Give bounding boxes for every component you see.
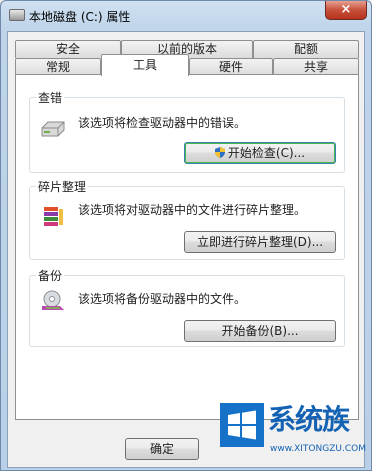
group-title-defragmentation: 碎片整理 — [36, 178, 89, 195]
close-button[interactable]: × — [325, 1, 367, 20]
backup-description: 该选项将备份驱动器中的文件。 — [78, 292, 247, 306]
group-title-error-checking: 查错 — [36, 89, 65, 106]
error-checking-group: 查错 该选项将检查驱动器中的错误。 开始检查(C)... — [29, 89, 345, 173]
defragmentation-group: 碎片整理 该选项将对驱动器中的文件进行碎片整理。 立即进行碎片整理(D)... — [29, 178, 345, 260]
tab-hardware[interactable]: 硬件 — [189, 58, 273, 75]
defrag-icon — [44, 207, 63, 226]
tab-general[interactable]: 常规 — [15, 58, 101, 75]
windows-logo-icon — [220, 403, 264, 447]
error-checking-description: 该选项将检查驱动器中的错误。 — [78, 116, 247, 130]
watermark-url: www.XITONGZU.COM — [270, 444, 366, 454]
watermark-brand: 系统族 — [268, 403, 350, 436]
drive-icon — [9, 9, 25, 21]
tools-tab-panel: 查错 该选项将检查驱动器中的错误。 开始检查(C)... 碎片整理 该选项将对驱… — [15, 74, 359, 420]
window-title: 本地磁盘 (C:) 属性 — [29, 10, 131, 24]
start-backup-button[interactable]: 开始备份(B)... — [184, 320, 336, 342]
tab-sharing[interactable]: 共享 — [273, 58, 359, 75]
group-title-backup: 备份 — [36, 267, 65, 284]
start-check-button[interactable]: 开始检查(C)... — [184, 142, 336, 164]
title-bar[interactable]: 本地磁盘 (C:) 属性 × — [1, 1, 371, 31]
defragment-now-button[interactable]: 立即进行碎片整理(D)... — [184, 231, 336, 253]
backup-group: 备份 该选项将备份驱动器中的文件。 开始备份(B)... — [29, 267, 345, 347]
tab-quota[interactable]: 配额 — [253, 40, 359, 58]
ok-button[interactable]: 确定 — [125, 438, 199, 460]
backup-icon — [42, 290, 64, 310]
uac-shield-icon — [214, 147, 225, 158]
defragmentation-description: 该选项将对驱动器中的文件进行碎片整理。 — [78, 203, 307, 217]
tab-tools[interactable]: 工具 — [101, 54, 189, 76]
hard-drive-icon — [41, 121, 65, 137]
start-check-label: 开始检查(C)... — [227, 146, 306, 160]
